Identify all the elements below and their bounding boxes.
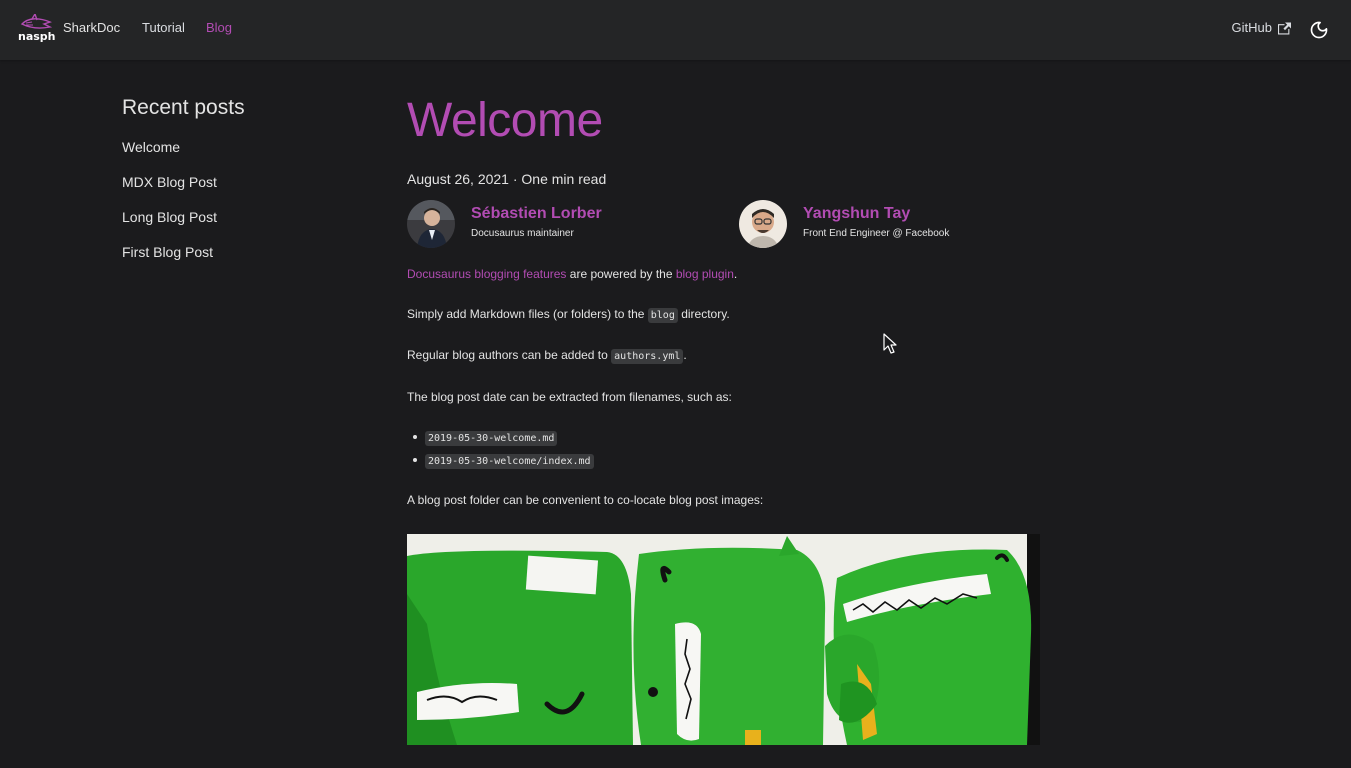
paragraph: The blog post date can be extracted from… [407, 390, 732, 404]
site-title[interactable]: SharkDoc [63, 20, 120, 36]
author-photo [739, 200, 787, 248]
list-item: 2019-05-30-welcome.md [413, 429, 1047, 452]
author-name[interactable]: Sébastien Lorber [471, 204, 602, 224]
author-card: Yangshun Tay Front End Engineer @ Facebo… [739, 200, 949, 248]
logo-text: nasph [18, 30, 56, 43]
github-label: GitHub [1231, 20, 1272, 35]
nav-tutorial[interactable]: Tutorial [142, 20, 185, 36]
filename-list: 2019-05-30-welcome.md 2019-05-30-welcome… [413, 429, 1047, 475]
author-role: Front End Engineer @ Facebook [803, 228, 950, 239]
navbar: nasph SharkDoc Tutorial Blog GitHub [0, 0, 1351, 60]
paragraph: Simply add Markdown files (or folders) t… [407, 306, 1047, 324]
avatar[interactable] [739, 200, 787, 248]
author-name[interactable]: Yangshun Tay [803, 204, 949, 224]
paragraph-text: . [683, 348, 687, 362]
shark-logo: nasph [18, 14, 56, 46]
paragraph-text: directory. [677, 307, 730, 321]
recent-posts-sidebar: Recent posts Welcome MDX Blog Post Long … [122, 94, 362, 278]
sidebar-item-welcome[interactable]: Welcome [122, 138, 362, 157]
paragraph: Regular blog authors can be added to aut… [407, 347, 1047, 365]
avatar[interactable] [407, 200, 455, 248]
sidebar-item-mdx-blog-post[interactable]: MDX Blog Post [122, 173, 362, 192]
external-link-icon [1278, 22, 1291, 34]
sidebar-item-long-blog-post[interactable]: Long Blog Post [122, 208, 362, 227]
author-photo [407, 200, 455, 248]
paragraph: Docusaurus blogging features are powered… [407, 266, 1047, 282]
github-link[interactable]: GitHub [1232, 20, 1291, 36]
docusaurus-blogging-features-link[interactable]: Docusaurus blogging features [407, 267, 566, 281]
sidebar-title: Recent posts [122, 96, 245, 119]
post-image [407, 534, 1040, 745]
paragraph-text: Simply add Markdown files (or folders) t… [407, 307, 648, 321]
sidebar-item-first-blog-post[interactable]: First Blog Post [122, 243, 362, 262]
paragraph-text: are powered by the [566, 267, 676, 281]
plush-toys-image [407, 534, 1040, 745]
theme-toggle-button[interactable] [1309, 20, 1329, 40]
nav-blog[interactable]: Blog [206, 20, 232, 36]
inline-code: authors.yml [611, 349, 684, 364]
inline-code: 2019-05-30-welcome/index.md [425, 454, 594, 469]
blog-plugin-link[interactable]: blog plugin [676, 267, 734, 281]
inline-code: blog [647, 308, 678, 323]
moon-icon [1310, 21, 1328, 39]
paragraph-text: . [733, 267, 738, 281]
blog-post: Welcome August 26, 2021 · One min read S… [407, 92, 1047, 508]
paragraph-text: Regular blog authors can be added to [407, 348, 612, 362]
authors: Sébastien Lorber Docusaurus maintainer Y… [407, 200, 1047, 252]
author-role: Docusaurus maintainer [471, 228, 574, 239]
post-title: Welcome [407, 94, 603, 147]
list-item: 2019-05-30-welcome/index.md [413, 452, 1047, 475]
brand-logo-link[interactable]: nasph [18, 14, 56, 46]
paragraph: A blog post folder can be convenient to … [407, 493, 764, 507]
post-meta: August 26, 2021 · One min read [407, 171, 607, 187]
mouse-cursor-icon [883, 333, 897, 354]
inline-code: 2019-05-30-welcome.md [425, 431, 558, 446]
author-card: Sébastien Lorber Docusaurus maintainer [407, 200, 602, 248]
